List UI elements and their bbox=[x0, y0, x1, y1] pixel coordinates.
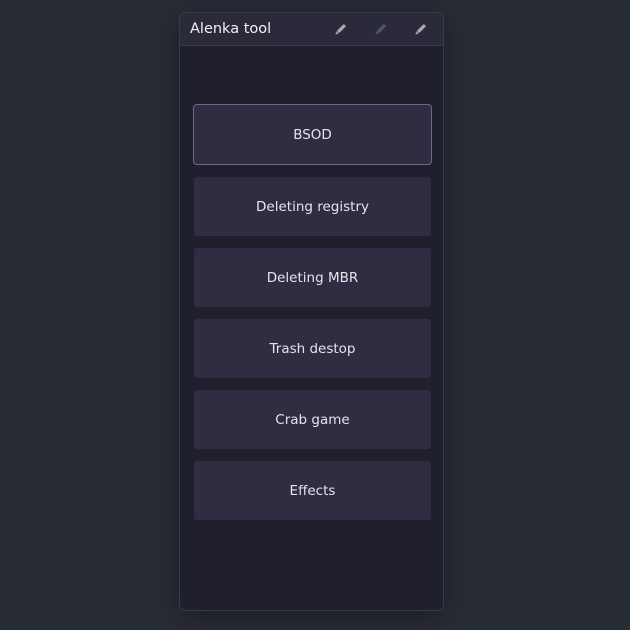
pencil-icon bbox=[415, 24, 426, 35]
close-button[interactable] bbox=[412, 22, 428, 38]
trash-desktop-button[interactable]: Trash destop bbox=[194, 319, 431, 378]
deleting-registry-button[interactable]: Deleting registry bbox=[194, 177, 431, 236]
pencil-icon bbox=[375, 24, 386, 35]
window-title: Alenka tool bbox=[190, 21, 272, 37]
minimize-button[interactable] bbox=[332, 22, 348, 38]
effects-button[interactable]: Effects bbox=[194, 461, 431, 520]
bsod-button[interactable]: BSOD bbox=[193, 104, 432, 165]
app-window: Alenka tool BSOD Deleting registry Delet… bbox=[179, 12, 444, 611]
maximize-button[interactable] bbox=[372, 22, 388, 38]
deleting-mbr-button[interactable]: Deleting MBR bbox=[194, 248, 431, 307]
crab-game-button[interactable]: Crab game bbox=[194, 390, 431, 449]
pencil-icon bbox=[335, 24, 346, 35]
title-bar[interactable]: Alenka tool bbox=[180, 13, 443, 46]
